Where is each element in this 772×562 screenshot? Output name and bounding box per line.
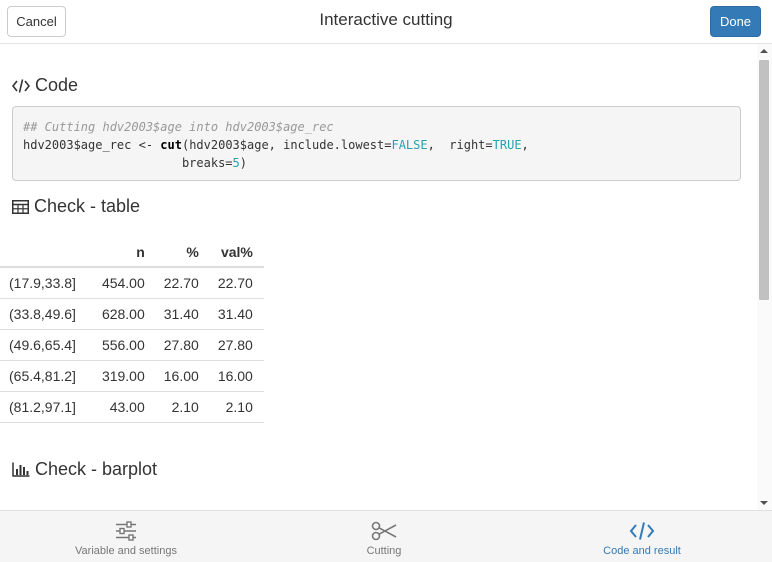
code-constant: TRUE bbox=[492, 138, 522, 152]
table-row: (65.4,81.2] 319.00 16.00 16.00 bbox=[0, 360, 264, 392]
table-header-cell: val% bbox=[209, 237, 264, 268]
table-header-cell: % bbox=[155, 237, 210, 268]
code-comment: ## Cutting hdv2003$age into hdv2003$age_… bbox=[23, 120, 334, 134]
table-row: (81.2,97.1] 43.00 2.10 2.10 bbox=[0, 391, 264, 423]
tab-cutting[interactable]: Cutting bbox=[284, 511, 484, 562]
code-text: , right= bbox=[427, 138, 493, 152]
table-cell: 22.70 bbox=[209, 267, 264, 299]
code-number: 5 bbox=[232, 156, 240, 170]
table-cell: 22.70 bbox=[155, 267, 210, 299]
code-text: , bbox=[521, 138, 529, 152]
table-cell: (81.2,97.1] bbox=[0, 391, 94, 423]
table-cell: (33.8,49.6] bbox=[0, 298, 94, 330]
table-cell: (65.4,81.2] bbox=[0, 360, 94, 392]
table-section-heading: Check - table bbox=[12, 196, 140, 217]
content-panel[interactable]: Code ## Cutting hdv2003$age into hdv2003… bbox=[0, 44, 757, 510]
code-block[interactable]: ## Cutting hdv2003$age into hdv2003$age_… bbox=[12, 106, 741, 181]
scroll-up-arrow-icon[interactable] bbox=[760, 49, 768, 53]
modal-header: Cancel Interactive cutting Done bbox=[0, 0, 772, 44]
table-cell: (17.9,33.8] bbox=[0, 267, 94, 299]
code-text: (hdv2003$age, include.lowest= bbox=[181, 138, 392, 152]
tab-label: Cutting bbox=[366, 545, 402, 557]
table-cell: (49.6,65.4] bbox=[0, 329, 94, 361]
table-header-cell bbox=[0, 237, 94, 268]
bar-chart-icon bbox=[12, 462, 30, 477]
code-text: ) bbox=[239, 156, 247, 170]
modal-title: Interactive cutting bbox=[319, 10, 453, 29]
tab-code-and-result[interactable]: Code and result bbox=[542, 511, 742, 562]
barplot-section-heading: Check - barplot bbox=[12, 459, 157, 480]
frequency-table: n % val% (17.9,33.8] 454.00 22.70 22.70 … bbox=[0, 237, 264, 423]
code-constant: FALSE bbox=[391, 138, 428, 152]
code-icon bbox=[629, 520, 655, 542]
code-text: breaks= bbox=[23, 156, 233, 170]
table-header-cell: n bbox=[93, 237, 156, 268]
scroll-down-arrow-icon[interactable] bbox=[760, 501, 768, 505]
scroll-thumb[interactable] bbox=[759, 60, 769, 300]
barplot-section-title: Check - barplot bbox=[35, 459, 158, 479]
code-function: cut bbox=[160, 138, 182, 152]
code-section-title: Code bbox=[35, 75, 79, 95]
table-cell: 2.10 bbox=[209, 391, 264, 423]
table-cell: 628.00 bbox=[93, 298, 156, 330]
table-row: (49.6,65.4] 556.00 27.80 27.80 bbox=[0, 329, 264, 361]
tab-label: Variable and settings bbox=[75, 545, 177, 557]
code-text: hdv2003$age_rec <- bbox=[23, 138, 161, 152]
table-cell: 31.40 bbox=[155, 298, 210, 330]
table-cell: 27.80 bbox=[155, 329, 210, 361]
scissors-icon bbox=[371, 520, 397, 542]
table-cell: 454.00 bbox=[93, 267, 156, 299]
table-section-title: Check - table bbox=[34, 196, 141, 216]
tab-label: Code and result bbox=[603, 545, 681, 557]
table-cell: 16.00 bbox=[209, 360, 264, 392]
table-header-row: n % val% bbox=[0, 237, 264, 268]
sliders-icon bbox=[115, 520, 137, 542]
table-cell: 556.00 bbox=[93, 329, 156, 361]
table-cell: 319.00 bbox=[93, 360, 156, 392]
tab-variable-and-settings[interactable]: Variable and settings bbox=[26, 511, 226, 562]
table-cell: 16.00 bbox=[155, 360, 210, 392]
table-cell: 27.80 bbox=[209, 329, 264, 361]
table-row: (33.8,49.6] 628.00 31.40 31.40 bbox=[0, 298, 264, 330]
table-icon bbox=[12, 199, 29, 214]
code-icon bbox=[12, 78, 30, 94]
table-cell: 31.40 bbox=[209, 298, 264, 330]
done-button[interactable]: Done bbox=[710, 6, 761, 37]
vertical-scrollbar[interactable] bbox=[757, 44, 772, 510]
code-section-heading: Code bbox=[12, 75, 78, 96]
table-cell: 2.10 bbox=[155, 391, 210, 423]
bottom-tab-bar: Variable and settings Cutting Code and r… bbox=[0, 510, 772, 562]
table-cell: 43.00 bbox=[93, 391, 156, 423]
table-row: (17.9,33.8] 454.00 22.70 22.70 bbox=[0, 267, 264, 299]
